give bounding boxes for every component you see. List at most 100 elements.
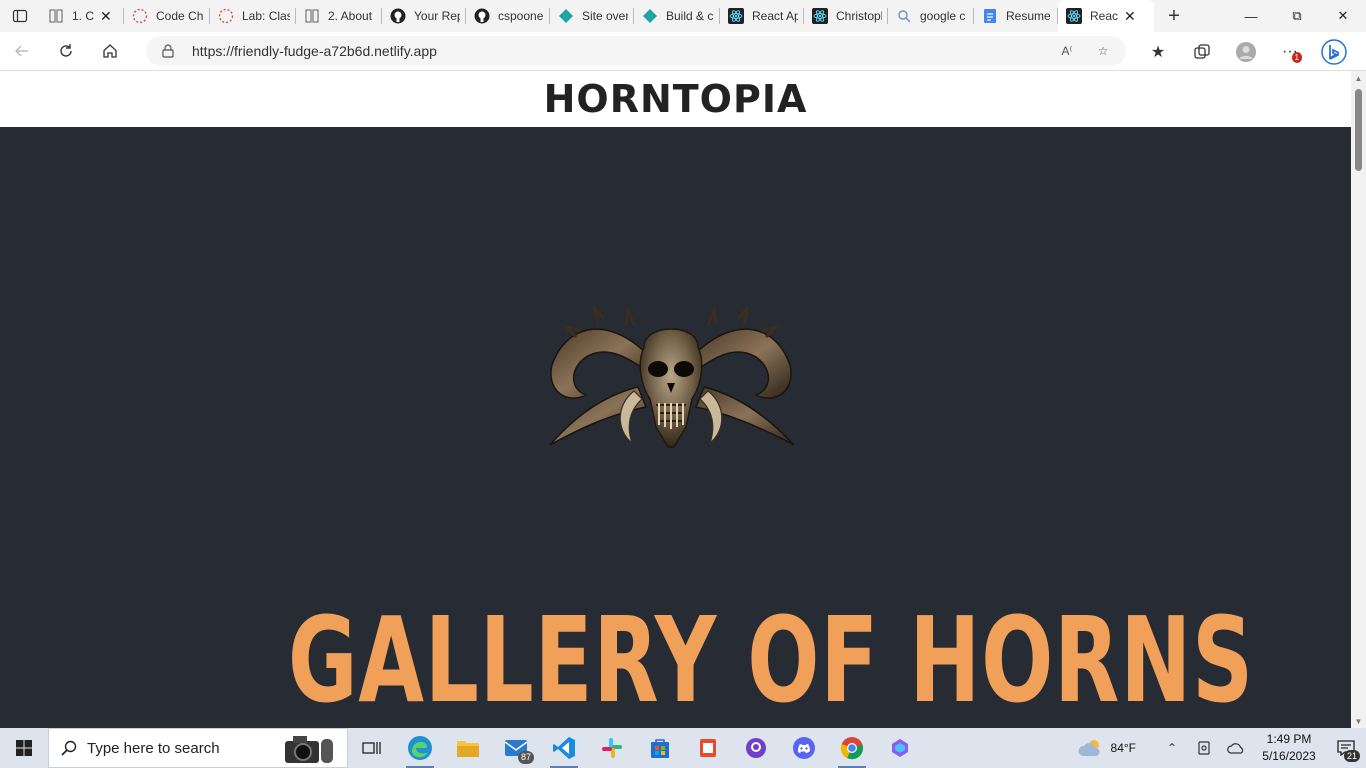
refresh-icon <box>60 44 72 57</box>
taskbar-discord[interactable] <box>780 728 828 768</box>
weather-widget[interactable]: 84°F <box>1077 738 1136 758</box>
home-button[interactable] <box>88 32 132 71</box>
react-icon <box>1066 8 1082 24</box>
tab-title: Code Ch <box>156 9 204 23</box>
browser-tab[interactable]: Site over <box>550 0 634 32</box>
task-view-button[interactable] <box>348 728 396 768</box>
dotted-circle-icon <box>218 8 234 24</box>
edge-icon <box>408 736 432 760</box>
profile-button[interactable] <box>1224 32 1268 71</box>
tab-title: Christopl <box>836 9 882 23</box>
refresh-button[interactable] <box>44 32 88 71</box>
browser-tab[interactable]: Christopl <box>804 0 888 32</box>
tab-actions-icon <box>12 9 28 23</box>
task-view-icon <box>362 742 381 754</box>
tab-title: google c <box>920 9 966 23</box>
search-icon <box>61 740 77 756</box>
react-icon <box>812 8 828 24</box>
office-icon <box>700 739 716 757</box>
browser-tab[interactable]: 2. About <box>296 0 382 32</box>
taskbar-edge[interactable] <box>396 728 444 768</box>
taskbar-search[interactable]: Type here to search <box>48 728 348 768</box>
taskbar-copilot[interactable] <box>876 728 924 768</box>
avatar-icon <box>1236 41 1256 62</box>
scroll-up-icon[interactable]: ▲ <box>1351 71 1366 85</box>
show-hidden-icons-button[interactable]: ⌃ <box>1156 728 1188 768</box>
tab-title: Lab: Clas <box>242 9 290 23</box>
clock-time: 1:49 PM <box>1266 732 1312 746</box>
close-window-button[interactable]: ✕ <box>1320 0 1366 32</box>
taskbar-slack[interactable] <box>588 728 636 768</box>
start-button[interactable] <box>0 728 48 768</box>
browser-tab[interactable]: 1. C ✕ <box>40 0 124 32</box>
close-tab-icon[interactable]: ✕ <box>100 8 112 25</box>
scroll-down-icon[interactable]: ▼ <box>1351 714 1366 728</box>
chevron-up-icon: ⌃ <box>1166 741 1178 755</box>
taskbar-store[interactable] <box>636 728 684 768</box>
onedrive-cloud-icon <box>1227 743 1244 754</box>
settings-menu-button[interactable]: ··· 1 <box>1268 32 1312 71</box>
netlify-icon <box>558 8 574 24</box>
tab-title: Site over <box>582 9 628 23</box>
site-header: HORNTOPIA <box>0 71 1351 127</box>
new-tab-button[interactable]: + <box>1158 0 1190 32</box>
restore-button[interactable]: ⧉ <box>1274 0 1320 32</box>
system-tray: 84°F ⌃ 1:49 PM 5/16/2023 21 <box>1077 728 1366 768</box>
taskbar-vscode[interactable] <box>540 728 588 768</box>
browser-tab[interactable]: React Ap <box>720 0 804 32</box>
taskbar-mail[interactable]: 87 <box>492 728 540 768</box>
address-bar[interactable]: https://friendly-fudge-a72b6d.netlify.ap… <box>146 36 1126 66</box>
tab-active[interactable]: Reac ✕ <box>1058 0 1154 32</box>
browser-tab[interactable]: Resume <box>974 0 1058 32</box>
read-aloud-icon[interactable]: A⁽ <box>1058 42 1076 60</box>
tab-actions-button[interactable] <box>0 0 40 32</box>
tab-strip: 1. C ✕ Code Ch Lab: Clas 2. About Your Rep csp… <box>0 0 1366 32</box>
meet-now-icon <box>1198 741 1210 755</box>
browser-toolbar: https://friendly-fudge-a72b6d.netlify.ap… <box>0 32 1366 71</box>
taskbar-office[interactable] <box>684 728 732 768</box>
favorites-button[interactable]: ★ <box>1136 32 1180 71</box>
github-icon <box>474 8 490 24</box>
url-text[interactable]: https://friendly-fudge-a72b6d.netlify.ap… <box>192 43 437 59</box>
add-favorite-icon[interactable]: ☆ <box>1094 42 1112 60</box>
github-desktop-icon <box>746 738 766 758</box>
gallery-heading: GALLERY OF HORNS <box>100 591 1254 728</box>
back-button[interactable] <box>0 32 44 71</box>
tab-title: Build & c <box>666 9 714 23</box>
browser-tab[interactable]: google c <box>888 0 974 32</box>
scrollbar-thumb[interactable] <box>1355 89 1362 171</box>
store-icon <box>651 739 669 758</box>
collections-button[interactable] <box>1180 32 1224 71</box>
close-tab-icon[interactable]: ✕ <box>1124 8 1136 25</box>
weather-cloud-icon <box>1077 740 1100 756</box>
tab-list: 1. C ✕ Code Ch Lab: Clas 2. About Your Rep csp… <box>40 0 1154 32</box>
browser-tab[interactable]: Code Ch <box>124 0 210 32</box>
browser-tab[interactable]: cspoone <box>466 0 550 32</box>
bing-chat-button[interactable] <box>1312 32 1356 71</box>
browser-tab[interactable]: Lab: Clas <box>210 0 296 32</box>
tab-title: Your Rep <box>414 9 460 23</box>
chrome-icon <box>840 737 863 760</box>
taskbar-github[interactable] <box>732 728 780 768</box>
gallery-title-text: GALLERY OF HORNS <box>287 591 1254 728</box>
taskbar-chrome[interactable] <box>828 728 876 768</box>
copilot-icon <box>892 739 908 757</box>
clock-date: 5/16/2023 <box>1262 749 1316 763</box>
browser-tab[interactable]: Build & c <box>634 0 720 32</box>
meet-now-button[interactable] <box>1188 728 1220 768</box>
favorites-icon: ★ <box>1150 43 1166 61</box>
home-icon <box>103 44 117 58</box>
bing-icon <box>1321 38 1347 65</box>
search-icon <box>896 8 912 24</box>
page-viewport: HORNTOPIA GALLERY OF HORNS <box>0 71 1351 728</box>
onedrive-button[interactable] <box>1220 728 1252 768</box>
reader-icon <box>48 8 64 24</box>
page-scrollbar[interactable]: ▲ ▼ <box>1351 71 1366 728</box>
minimize-button[interactable]: — <box>1228 0 1274 32</box>
toolbar-right: ★ ··· 1 <box>1136 32 1356 71</box>
taskbar-file-explorer[interactable] <box>444 728 492 768</box>
notification-center-button[interactable]: 21 <box>1326 728 1366 768</box>
dotted-circle-icon <box>132 8 148 24</box>
browser-tab[interactable]: Your Rep <box>382 0 466 32</box>
taskbar-clock[interactable]: 1:49 PM 5/16/2023 <box>1252 731 1326 765</box>
